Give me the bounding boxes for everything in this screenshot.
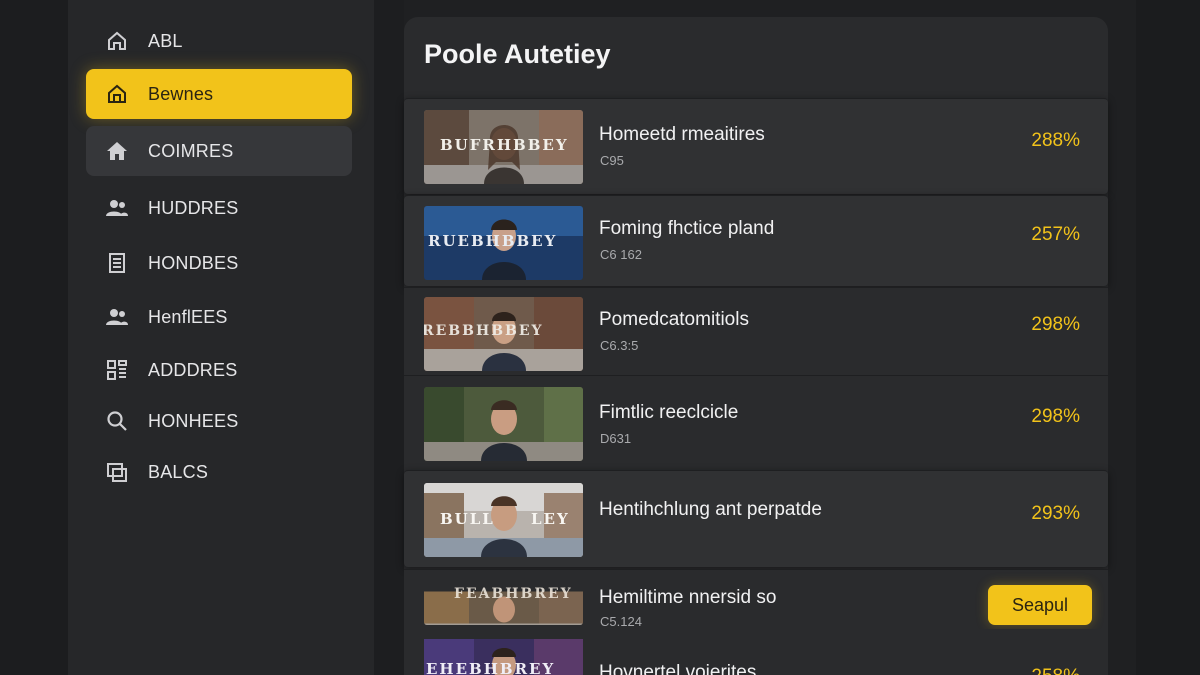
- row-title: Hovnertel vojerites: [599, 662, 757, 675]
- list-item[interactable]: REBBHBBEY Pomedcatomitiols C6.3:5 298%: [404, 287, 1108, 375]
- row-percentage: 298%: [1031, 406, 1080, 427]
- row-percentage: 258%: [1031, 666, 1080, 675]
- row-subtitle: C6.3:5: [600, 338, 639, 353]
- sidebar-item-label: HUDDRES: [148, 197, 239, 218]
- row-title: Fimtlic reeclcicle: [599, 402, 739, 423]
- page-title: Poole Autetiey: [424, 39, 611, 69]
- content-panel: Poole Autetiey BUFRHBBEY Homeetd rmeaiti…: [404, 17, 1108, 675]
- video-thumbnail[interactable]: BUFRHBBEY: [424, 110, 583, 184]
- row-percentage: 298%: [1031, 314, 1080, 335]
- sidebar-item-label: HONDBES: [148, 252, 239, 273]
- sidebar-item-bewnes[interactable]: Bewnes: [86, 69, 352, 119]
- list-item[interactable]: RUEBHBBEY Foming fhctice pland C6 162 25…: [404, 195, 1108, 286]
- thumbnail-caption: BULL LEY: [440, 510, 570, 528]
- sidebar-item-hondbes[interactable]: HONDBES: [86, 238, 352, 288]
- row-subtitle: C6 162: [600, 247, 642, 262]
- left-gutter: [0, 0, 68, 675]
- row-subtitle: C95: [600, 153, 624, 168]
- sidebar-item-label: ADDDRES: [148, 359, 238, 380]
- sidebar-item-henflees[interactable]: HenflEES: [86, 292, 352, 342]
- sidebar-item-label: Bewnes: [148, 83, 214, 104]
- grid-icon: [104, 357, 130, 383]
- users-icon: [104, 195, 130, 221]
- sidebar-item-huddres[interactable]: HUDDRES: [86, 183, 352, 233]
- list-item[interactable]: EHEBHBREY Hovnertel vojerites 258%: [404, 629, 1108, 675]
- sidebar-item-coimres[interactable]: COIMRES: [86, 126, 352, 176]
- list-item[interactable]: BULL LEY Hentihchlung ant perpatde 293%: [404, 470, 1108, 567]
- row-subtitle: D631: [600, 431, 632, 446]
- sidebar-item-abl[interactable]: ABL: [86, 16, 352, 66]
- row-title: Pomedcatomitiols: [599, 309, 749, 330]
- users-icon: [104, 304, 130, 330]
- document-icon: [104, 250, 130, 276]
- video-thumbnail[interactable]: [424, 387, 583, 461]
- thumbnail-caption: EHEBHBREY: [426, 660, 556, 675]
- list-item[interactable]: BUFRHBBEY Homeetd rmeaitires C95 288%: [404, 98, 1108, 194]
- home-icon: [104, 81, 130, 107]
- video-thumbnail[interactable]: BULL LEY: [424, 483, 583, 557]
- row-percentage: 293%: [1031, 503, 1080, 524]
- thumbnail-caption: REBBHBBEY: [424, 323, 544, 339]
- video-thumbnail[interactable]: RUEBHBBEY: [424, 206, 583, 280]
- video-thumbnail[interactable]: REBBHBBEY: [424, 297, 583, 371]
- sidebar-item-honhees[interactable]: HONHEES: [86, 396, 352, 446]
- house-icon: [104, 138, 130, 164]
- action-button[interactable]: Seapul: [988, 585, 1092, 625]
- row-title: Hentihchlung ant perpatde: [599, 499, 822, 520]
- sidebar-item-label: BALCS: [148, 461, 209, 482]
- column-divider: [374, 0, 404, 675]
- search-icon: [104, 408, 130, 434]
- row-percentage: 288%: [1031, 130, 1080, 151]
- video-thumbnail[interactable]: FEABHBREY: [424, 578, 583, 625]
- sidebar-item-adddres[interactable]: ADDDRES: [86, 345, 352, 395]
- sidebar: ABL Bewnes COIMRES HUDDRES HONDBES Henfl…: [68, 0, 374, 675]
- windows-icon: [104, 459, 130, 485]
- sidebar-item-label: HONHEES: [148, 410, 239, 431]
- thumbnail-caption: RUEBHBBEY: [428, 232, 558, 250]
- home-outline-icon: [104, 28, 130, 54]
- row-subtitle: C5.124: [600, 614, 642, 629]
- video-thumbnail[interactable]: EHEBHBREY: [424, 632, 583, 675]
- row-title: Homeetd rmeaitires: [599, 124, 765, 145]
- right-gutter: [1136, 0, 1200, 675]
- thumbnail-caption: FEABHBREY: [454, 586, 573, 602]
- sidebar-item-label: ABL: [148, 30, 183, 51]
- list-item[interactable]: FEABHBREY Hemiltime nnersid so C5.124 Se…: [404, 569, 1108, 635]
- sidebar-item-label: COIMRES: [148, 140, 234, 161]
- sidebar-item-balcs[interactable]: BALCS: [86, 447, 352, 497]
- sidebar-item-label: HenflEES: [148, 306, 228, 327]
- row-title: Hemiltime nnersid so: [599, 587, 777, 608]
- row-percentage: 257%: [1031, 224, 1080, 245]
- row-title: Foming fhctice pland: [599, 218, 775, 239]
- thumbnail-caption: BUFRHBBEY: [440, 136, 569, 154]
- list-item[interactable]: Fimtlic reeclcicle D631 298%: [404, 375, 1108, 470]
- app-window: ABL Bewnes COIMRES HUDDRES HONDBES Henfl…: [0, 0, 1200, 675]
